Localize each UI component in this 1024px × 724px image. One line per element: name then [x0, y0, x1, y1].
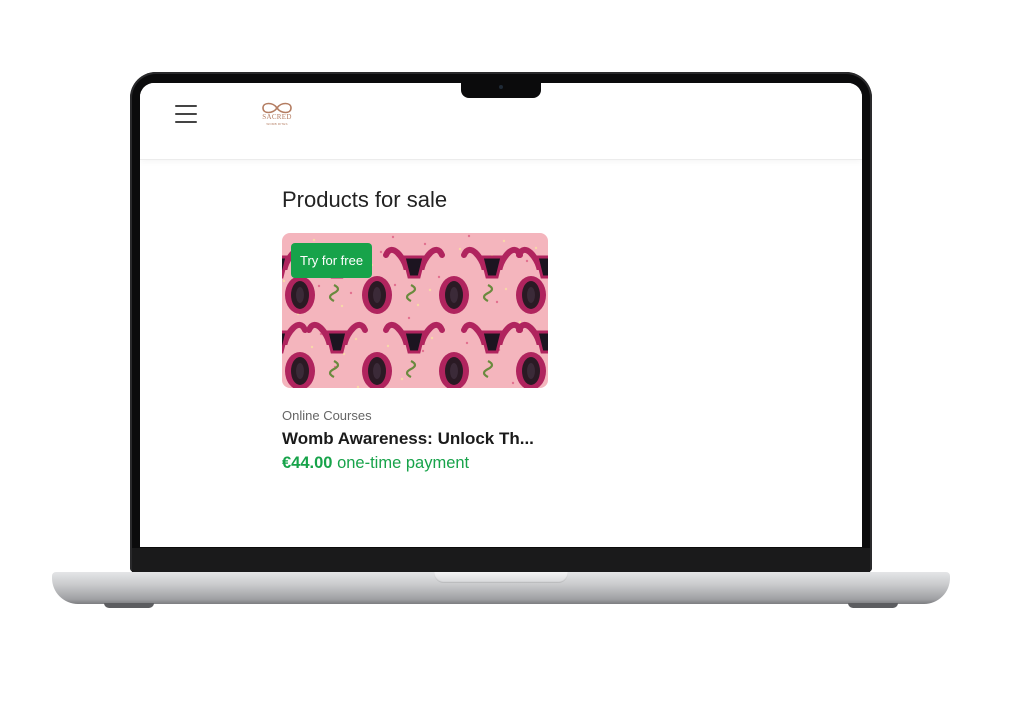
product-category: Online Courses	[282, 408, 372, 423]
page-title: Products for sale	[282, 187, 448, 212]
product-name[interactable]: Womb Awareness: Unlock Th...	[282, 429, 548, 449]
laptop-screen: SACRED WOMB RITES Products for sale Try …	[140, 83, 862, 547]
laptop-foot-right	[848, 603, 898, 608]
product-price: €44.00	[282, 454, 333, 472]
product-thumbnail[interactable]: Try for free	[282, 233, 548, 388]
product-card[interactable]: Try for free Online Courses Womb Awarene…	[282, 233, 548, 473]
laptop-foot-left	[104, 603, 154, 608]
camera-notch	[461, 81, 541, 98]
camera-icon	[499, 85, 503, 89]
logo-text: SACRED	[262, 113, 292, 121]
laptop-chin	[132, 548, 870, 572]
laptop-opening-notch	[434, 572, 568, 583]
price-line: €44.00 one-time payment	[282, 454, 548, 473]
try-for-free-badge[interactable]: Try for free	[291, 243, 373, 278]
site-logo[interactable]: SACRED WOMB RITES	[257, 101, 297, 133]
price-note: one-time payment	[337, 454, 470, 472]
hamburger-icon[interactable]	[175, 105, 197, 123]
logo-subtext: WOMB RITES	[266, 122, 288, 126]
